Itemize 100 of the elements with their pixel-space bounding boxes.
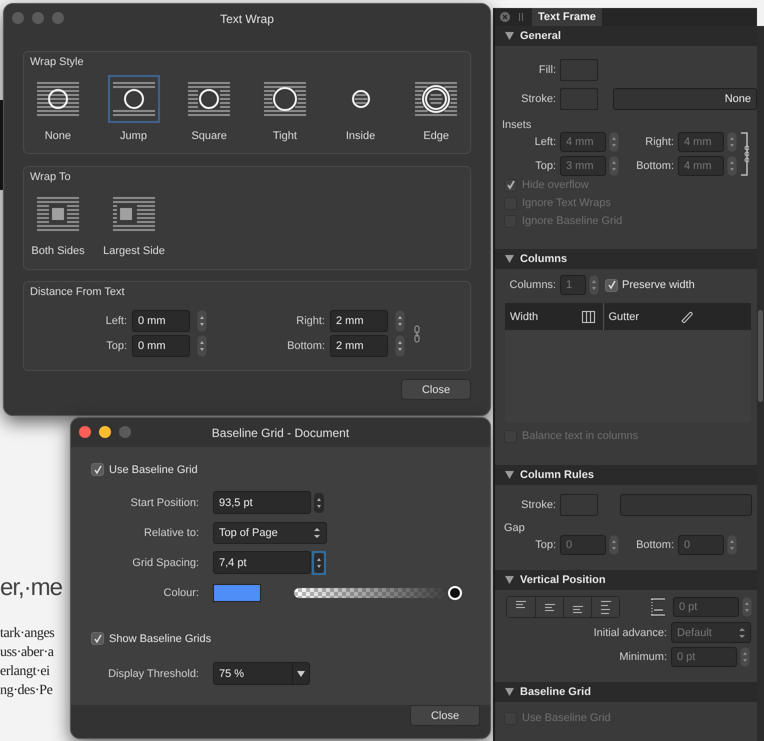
align-icon (600, 600, 610, 614)
group-label: Distance From Text (30, 286, 125, 298)
wrap-style-option[interactable]: Square (175, 75, 244, 142)
window-title: Baseline Grid - Document (212, 426, 350, 440)
section-header[interactable]: Columns (495, 249, 757, 269)
scrollbar[interactable] (757, 26, 764, 741)
stepper-button[interactable] (727, 132, 737, 152)
disclosure-triangle-icon (505, 688, 514, 696)
fill-swatch[interactable] (560, 59, 598, 81)
column-header: Width (510, 310, 538, 322)
document-text: erlangt·ei (0, 663, 51, 681)
stroke-swatch[interactable] (560, 88, 598, 110)
grip-icon[interactable] (519, 13, 523, 21)
stroke-swatch[interactable] (560, 494, 598, 516)
field-label: Bottom: (635, 539, 675, 551)
wrap-icon (112, 80, 154, 118)
panel-tab[interactable]: Text Frame (532, 8, 602, 26)
link-icon[interactable] (414, 324, 420, 342)
pencil-icon[interactable] (681, 310, 693, 322)
stepper-button[interactable] (609, 535, 619, 555)
dropdown[interactable]: Top of Page (213, 522, 327, 544)
wrap-to-option[interactable]: Largest Side (100, 190, 168, 257)
field-label: Top: (534, 160, 557, 172)
field-label: Relative to: (142, 526, 200, 538)
updown-icon (739, 626, 745, 638)
field-label: Display Threshold: (107, 668, 200, 680)
align-icon (572, 606, 582, 613)
stepper-button[interactable] (609, 132, 619, 152)
close-button[interactable]: Close (401, 379, 471, 400)
stepper-button[interactable] (727, 535, 737, 555)
section-header[interactable]: Column Rules (495, 465, 757, 485)
link-icon[interactable] (741, 132, 749, 176)
align-button[interactable] (591, 597, 619, 617)
input-field[interactable]: 2 mm (330, 310, 388, 332)
field-label: Right: (644, 136, 675, 148)
zoom-button[interactable] (52, 12, 64, 24)
align-icon (516, 601, 526, 608)
section-header[interactable]: General (495, 26, 757, 46)
alignment-segmented-control[interactable] (506, 596, 620, 618)
scrollbar-thumb[interactable] (758, 310, 763, 402)
section-label: Insets (502, 119, 532, 131)
field-label: Left: (534, 136, 557, 148)
wrap-icon (36, 80, 79, 118)
stepper-button[interactable] (727, 156, 737, 176)
input-field[interactable]: 7,4 pt (213, 551, 311, 574)
disclosure-triangle-icon (505, 471, 514, 479)
stepper-button[interactable] (395, 335, 405, 357)
wrap-style-option[interactable]: Edge (402, 75, 470, 142)
group-label: Wrap To (30, 171, 71, 183)
field-label: Bottom: (286, 340, 326, 352)
wrap-to-option[interactable]: Both Sides (24, 190, 92, 257)
stepper-button[interactable] (313, 552, 325, 574)
stepper-button[interactable] (589, 275, 599, 295)
stepper-button[interactable] (197, 335, 207, 357)
stepper-button[interactable] (609, 156, 619, 176)
checkbox[interactable] (91, 463, 104, 476)
zoom-button[interactable] (119, 426, 131, 438)
stroke-style-field[interactable] (620, 494, 752, 516)
stepper-button[interactable] (742, 597, 752, 617)
slider-thumb[interactable] (448, 586, 462, 600)
columns-icon[interactable] (582, 310, 594, 322)
stepper-button[interactable] (197, 310, 207, 332)
close-button[interactable] (79, 426, 91, 438)
combo-box[interactable]: 75 % (213, 662, 310, 685)
stepper-button[interactable] (740, 647, 750, 667)
stepper-button[interactable] (395, 310, 405, 332)
checkbox-label: Preserve width (622, 279, 695, 291)
section-header[interactable]: Baseline Grid (495, 682, 757, 702)
field-label: Fill: (538, 64, 557, 76)
checkbox-label: Use Baseline Grid (109, 464, 198, 476)
wrap-style-option[interactable]: Tight (251, 75, 319, 142)
disclosure-triangle-icon (505, 576, 514, 584)
input-field[interactable]: 2 mm (330, 335, 388, 357)
checkbox[interactable] (91, 632, 104, 645)
input-field[interactable]: 0 mm (132, 335, 190, 357)
section-header[interactable]: Vertical Position (495, 570, 757, 590)
window-title: Text Wrap (220, 12, 274, 26)
field-label: Top: (105, 340, 128, 352)
field-label: Start Position: (130, 496, 200, 508)
field-label: Grid Spacing: (131, 556, 200, 568)
stroke-style-field[interactable]: None (613, 88, 757, 110)
wrap-style-option[interactable]: Inside (326, 75, 394, 142)
field-label: Stroke: (520, 499, 557, 511)
document-text: tark·anges (0, 625, 56, 643)
stepper-button[interactable] (313, 492, 325, 514)
wrap-icon (37, 195, 79, 233)
wrap-style-option[interactable]: None (24, 75, 92, 142)
input-field[interactable]: 93,5 pt (213, 491, 311, 514)
input-field[interactable]: 0 mm (132, 310, 190, 332)
minimize-button[interactable] (99, 426, 111, 438)
close-button[interactable] (12, 12, 24, 24)
close-button[interactable]: Close (410, 705, 480, 726)
field-label: Columns: (508, 279, 557, 291)
close-icon[interactable] (500, 12, 510, 22)
checkbox[interactable] (605, 278, 618, 292)
updown-icon (314, 526, 320, 538)
colour-swatch[interactable] (213, 584, 261, 602)
opacity-slider[interactable] (294, 586, 462, 600)
field-label: Left: (104, 315, 128, 327)
document-text: er,·me (0, 574, 64, 602)
